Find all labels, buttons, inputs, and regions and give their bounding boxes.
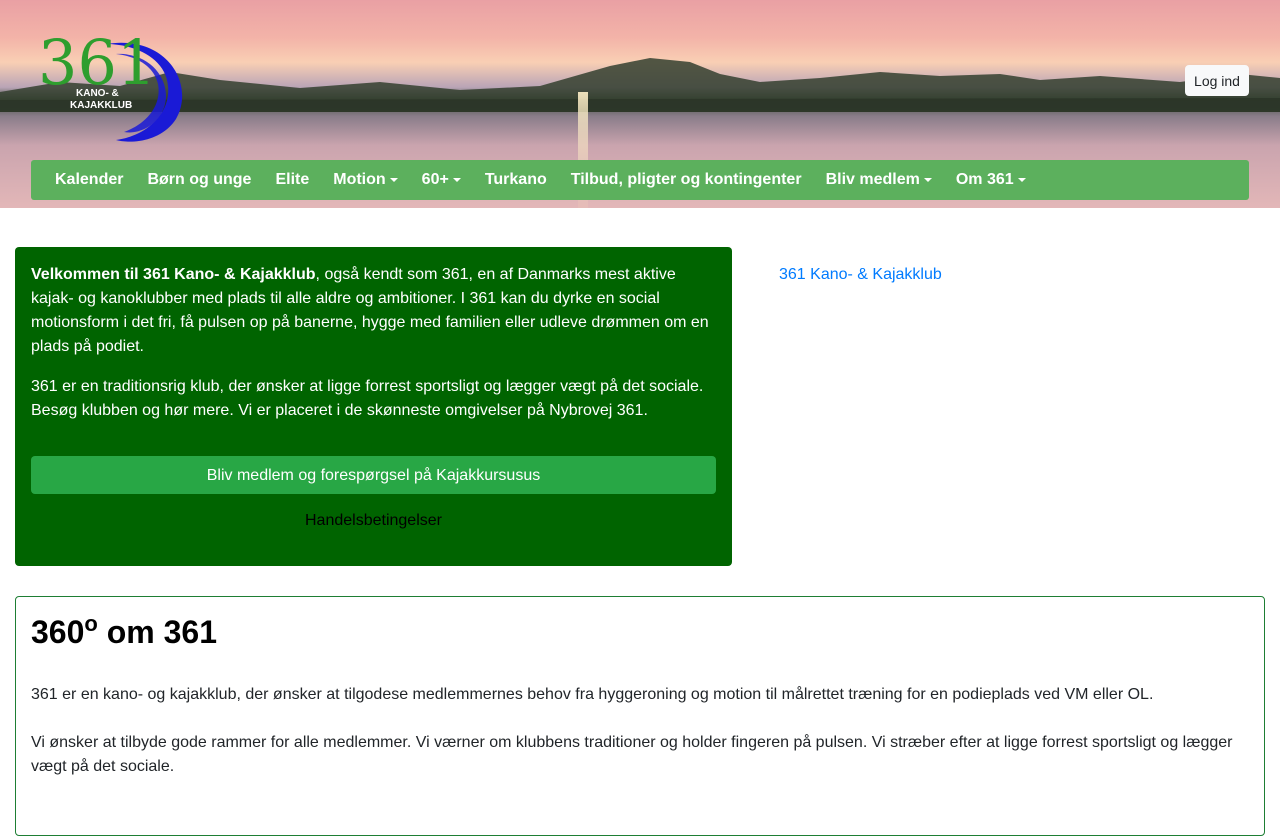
nav-label: Om 361 bbox=[955, 171, 1014, 188]
welcome-card: Velkommen til 361 Kano- & Kajakklub, ogs… bbox=[15, 247, 732, 566]
club-logo[interactable]: 361 KANO- & KAJAKKLUB bbox=[36, 14, 186, 146]
terms-link[interactable]: Handelsbetingelser bbox=[31, 509, 716, 533]
chevron-down-icon bbox=[923, 178, 932, 182]
welcome-intro: Velkommen til 361 Kano- & Kajakklub, ogs… bbox=[31, 263, 716, 359]
login-button[interactable]: Log ind bbox=[1185, 65, 1249, 96]
nav-item-60-plus[interactable]: 60+ bbox=[410, 171, 473, 189]
nav-label: Turkano bbox=[484, 171, 547, 188]
nav-label: Børn og unge bbox=[147, 171, 252, 188]
nav-item-turkano[interactable]: Turkano bbox=[473, 171, 559, 189]
nav-item-elite[interactable]: Elite bbox=[263, 171, 321, 189]
nav-label: Elite bbox=[275, 171, 310, 188]
main-navbar: Kalender Børn og unge Elite Motion 60+ T… bbox=[31, 160, 1249, 200]
chevron-down-icon bbox=[389, 178, 398, 182]
about-title-rest: om 361 bbox=[97, 614, 218, 650]
nav-label: Kalender bbox=[55, 171, 124, 188]
nav-item-motion[interactable]: Motion bbox=[321, 171, 409, 189]
nav-label: Motion bbox=[333, 171, 386, 188]
chevron-down-icon bbox=[1017, 178, 1026, 182]
about-paragraph-2: Vi ønsker at tilbyde gode rammer for all… bbox=[31, 734, 1233, 775]
logo-line-2: KAJAKKLUB bbox=[70, 100, 132, 111]
club-facebook-link[interactable]: 361 Kano- & Kajakklub bbox=[779, 264, 942, 286]
nav-item-om-361[interactable]: Om 361 bbox=[944, 171, 1038, 189]
logo-line-1: KANO- & bbox=[76, 88, 119, 99]
welcome-paragraph-2: 361 er en traditionsrig klub, der ønsker… bbox=[31, 378, 704, 419]
nav-item-boern-og-unge[interactable]: Børn og unge bbox=[135, 171, 263, 189]
nav-label: 60+ bbox=[421, 171, 449, 188]
nav-item-bliv-medlem[interactable]: Bliv medlem bbox=[814, 171, 944, 189]
header-banner: 361 KANO- & KAJAKKLUB Log ind Kalender B… bbox=[0, 0, 1280, 208]
nav-item-kalender[interactable]: Kalender bbox=[43, 171, 135, 189]
about-card: 360o om 361 361 er en kano- og kajakklub… bbox=[15, 596, 1265, 836]
about-title: 360o om 361 bbox=[31, 611, 1249, 653]
lake-treeline-image bbox=[0, 58, 1280, 112]
about-title-number: 360 bbox=[31, 614, 85, 650]
welcome-intro-bold: Velkommen til 361 Kano- & Kajakklub bbox=[31, 266, 316, 283]
chevron-down-icon bbox=[452, 178, 461, 182]
about-paragraph-1: 361 er en kano- og kajakklub, der ønsker… bbox=[31, 686, 1154, 703]
join-and-course-inquiry-button[interactable]: Bliv medlem og forespørgsel på Kajakkurs… bbox=[31, 456, 716, 494]
nav-item-tilbud[interactable]: Tilbud, pligter og kontingenter bbox=[559, 171, 814, 189]
degree-symbol: o bbox=[84, 610, 98, 636]
nav-label: Tilbud, pligter og kontingenter bbox=[570, 171, 802, 188]
nav-label: Bliv medlem bbox=[825, 171, 920, 188]
